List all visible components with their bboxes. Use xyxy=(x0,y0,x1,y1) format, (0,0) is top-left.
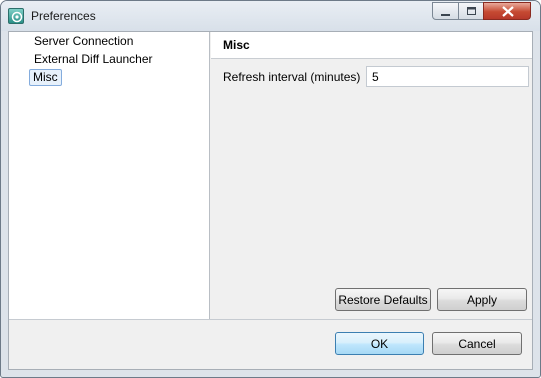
title-bar[interactable]: Preferences xyxy=(1,1,540,31)
dialog-client-area: Server Connection External Diff Launcher… xyxy=(8,31,533,370)
page-header: Misc xyxy=(211,32,532,59)
preferences-dialog: Preferences Server Connection External D… xyxy=(0,0,541,378)
preferences-app-icon[interactable] xyxy=(8,8,24,24)
tree-item-server-connection[interactable]: Server Connection xyxy=(30,33,137,50)
close-icon xyxy=(502,6,514,17)
window-title: Preferences xyxy=(31,9,96,23)
page-title: Misc xyxy=(223,38,250,52)
maximize-button[interactable] xyxy=(458,2,484,20)
restore-defaults-button[interactable]: Restore Defaults xyxy=(335,288,431,311)
ok-button[interactable]: OK xyxy=(335,332,424,355)
refresh-interval-input[interactable] xyxy=(366,66,529,87)
minimize-icon xyxy=(441,14,450,16)
minimize-button[interactable] xyxy=(432,2,459,20)
tree-item-misc[interactable]: Misc xyxy=(29,69,62,86)
refresh-interval-label: Refresh interval (minutes) xyxy=(223,70,361,84)
apply-button[interactable]: Apply xyxy=(437,288,527,311)
close-button[interactable] xyxy=(483,2,531,20)
cancel-button[interactable]: Cancel xyxy=(432,332,522,355)
preference-page-tree: Server Connection External Diff Launcher… xyxy=(9,32,210,319)
maximize-icon xyxy=(467,7,476,15)
footer-separator xyxy=(9,319,532,320)
tree-item-external-diff-launcher[interactable]: External Diff Launcher xyxy=(30,51,157,68)
